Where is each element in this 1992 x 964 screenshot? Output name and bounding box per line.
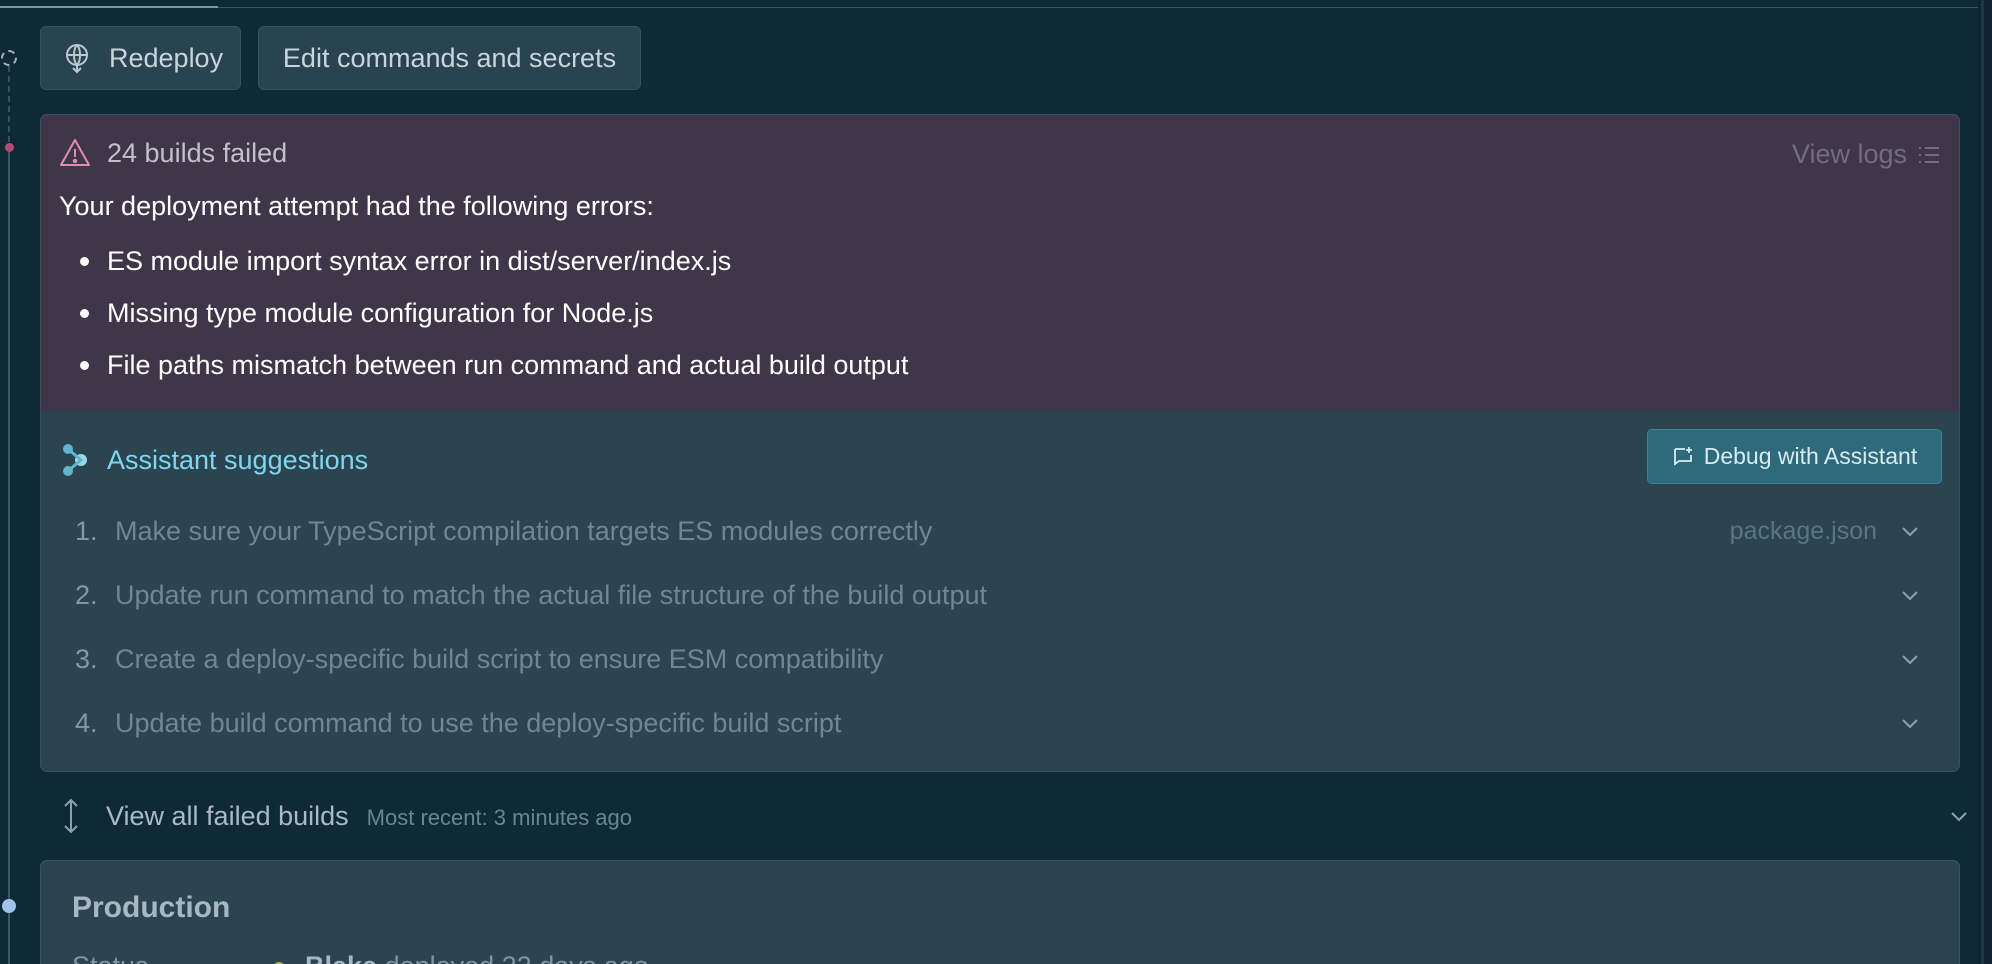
- chevron-down-icon[interactable]: [1899, 712, 1921, 734]
- error-item: Missing type module configuration for No…: [65, 297, 908, 349]
- view-logs-label: View logs: [1791, 139, 1907, 169]
- suggestion-text: Create a deploy-specific build script to…: [115, 643, 884, 674]
- debug-with-assistant-button[interactable]: Debug with Assistant: [1647, 429, 1942, 484]
- failed-builds-label: View all failed builds: [106, 800, 349, 831]
- suggestion-number: 2.: [75, 579, 98, 610]
- suggestion-item[interactable]: 1. Make sure your TypeScript compilation…: [75, 511, 1941, 551]
- chevron-down-icon[interactable]: [1948, 805, 1970, 827]
- suggestions-title: Assistant suggestions: [107, 444, 369, 475]
- tab-divider: [0, 7, 1980, 8]
- view-logs-link[interactable]: View logs: [1792, 139, 1941, 170]
- production-card: Production Status Blake deployed 22 days…: [40, 860, 1960, 964]
- timeline-rail: [8, 152, 10, 899]
- build-failure-card: 24 builds failed View logs Your deployme…: [40, 114, 1960, 772]
- suggestion-item[interactable]: 4. Update build command to use the deplo…: [75, 703, 1941, 743]
- status-value: Blake deployed 22 days ago: [305, 951, 649, 964]
- suggestion-item[interactable]: 3. Create a deploy-specific build script…: [75, 639, 1941, 679]
- error-panel: 24 builds failed View logs Your deployme…: [41, 115, 1959, 411]
- list-icon: [1919, 146, 1939, 163]
- up-down-arrows-icon: [64, 798, 78, 834]
- suggestion-text: Update build command to use the deploy-s…: [115, 707, 842, 738]
- suggestion-text: Make sure your TypeScript compilation ta…: [115, 515, 933, 546]
- chevron-down-icon[interactable]: [1899, 584, 1921, 606]
- edit-commands-button[interactable]: Edit commands and secrets: [258, 26, 641, 90]
- error-title: 24 builds failed: [107, 137, 288, 168]
- timeline-node-production: [2, 899, 16, 913]
- suggestions-header: Assistant suggestions: [61, 443, 368, 477]
- redeploy-label: Redeploy: [109, 42, 224, 73]
- error-header: 24 builds failed: [59, 137, 287, 169]
- active-tab-indicator: [0, 6, 218, 8]
- warning-triangle-icon: [60, 139, 90, 166]
- error-item: File paths mismatch between run command …: [65, 349, 908, 401]
- timeline-rail: [8, 66, 10, 142]
- timeline-node-pending: [1, 50, 17, 66]
- suggestion-number: 3.: [75, 643, 98, 674]
- suggestion-text: Update run command to match the actual f…: [115, 579, 987, 610]
- view-all-failed-builds-row[interactable]: View all failed builds Most recent: 3 mi…: [60, 796, 1970, 836]
- chat-plus-icon: [1673, 446, 1692, 466]
- status-user: Blake: [305, 951, 377, 964]
- edit-commands-label: Edit commands and secrets: [282, 42, 617, 73]
- chevron-down-icon[interactable]: [1899, 520, 1921, 542]
- globe-arrow-icon: [66, 44, 88, 74]
- suggestion-item[interactable]: 2. Update run command to match the actua…: [75, 575, 1941, 615]
- failed-builds-recent: Most recent: 3 minutes ago: [366, 804, 633, 830]
- chevron-down-icon[interactable]: [1899, 648, 1921, 670]
- suggestion-number: 1.: [75, 515, 98, 546]
- redeploy-button[interactable]: Redeploy: [40, 26, 241, 90]
- status-text: deployed 22 days ago: [377, 951, 649, 964]
- error-intro: Your deployment attempt had the followin…: [59, 191, 654, 221]
- production-title: Production: [72, 891, 231, 924]
- suggestion-file: package.json: [1729, 516, 1877, 545]
- error-list: ES module import syntax error in dist/se…: [65, 245, 908, 401]
- timeline-node-failed: [5, 143, 14, 152]
- assistant-suggestions-panel: Assistant suggestions Debug with Assista…: [41, 411, 1959, 771]
- timeline-rail: [8, 913, 10, 964]
- assistant-icon: [63, 444, 87, 476]
- deployment-page: Redeploy Edit commands and secrets 24 bu…: [0, 0, 1992, 964]
- debug-label: Debug with Assistant: [1703, 443, 1918, 469]
- error-item: ES module import syntax error in dist/se…: [65, 245, 908, 297]
- status-label: Status: [72, 951, 149, 964]
- scrollbar[interactable]: [1978, 0, 1992, 964]
- suggestion-number: 4.: [75, 707, 98, 738]
